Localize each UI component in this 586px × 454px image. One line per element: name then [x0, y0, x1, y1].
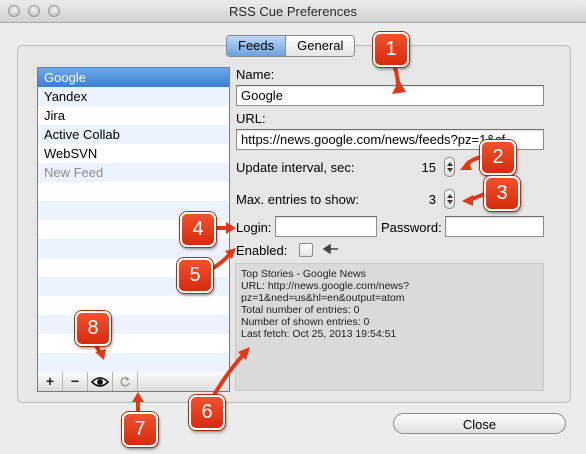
callout-2: 2	[480, 140, 516, 175]
annotation-arrows	[92, 56, 486, 416]
callout-3: 3	[484, 176, 520, 211]
preferences-window: RSS Cue Preferences Feeds General Google…	[0, 0, 586, 454]
callout-4: 4	[180, 212, 216, 247]
callout-7: 7	[122, 412, 158, 447]
callout-5: 5	[177, 258, 213, 293]
callout-1: 1	[373, 32, 409, 67]
callout-6: 6	[189, 395, 225, 430]
callout-8: 8	[75, 311, 111, 346]
